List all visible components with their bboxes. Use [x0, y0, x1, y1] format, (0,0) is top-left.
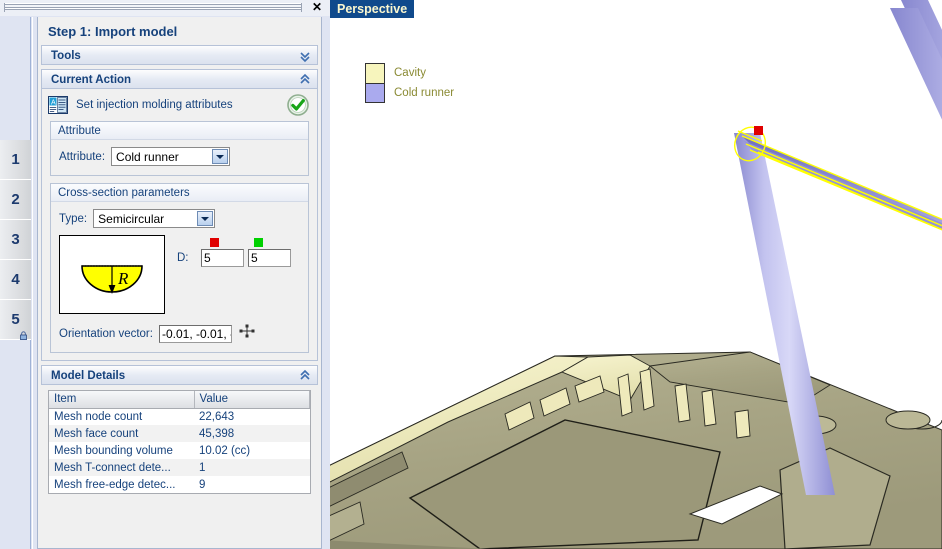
type-select[interactable]: Semicircular: [93, 209, 216, 228]
cell-value: 22,643: [194, 408, 310, 425]
diameter-end-input[interactable]: 5: [248, 249, 291, 267]
section-title: Model Details: [51, 370, 126, 382]
chevron-down-icon[interactable]: [212, 149, 229, 164]
step-rail-spacer: [0, 17, 31, 140]
type-select-value: Semicircular: [98, 211, 165, 226]
model-viewport[interactable]: Perspective Cavity Cold runner: [330, 0, 942, 549]
model-details-body: Item Value Mesh node count 22,643 Mesh f…: [41, 390, 318, 502]
diameter-label: D:: [177, 252, 189, 264]
current-action-row[interactable]: A Set injection molding attributes: [42, 89, 317, 121]
application-window: ✕ 1 2 3 4 5 Step 1: Import model Tools C…: [0, 0, 942, 549]
legend-swatch: [365, 83, 385, 103]
page-title: Step 1: Import model: [38, 17, 321, 45]
cell-value: 1: [194, 459, 310, 476]
cross-section-preview: R: [59, 235, 165, 314]
sidebar-scroll-area: Step 1: Import model Tools Current Actio…: [37, 17, 322, 549]
orientation-row: Orientation vector: -0.01, -0.01, -1.00: [59, 324, 300, 343]
diameter-field-row: D: 5 5: [177, 249, 291, 267]
green-check-icon: [287, 94, 309, 116]
cross-section-row: R D: 5 5: [59, 235, 300, 314]
cross-section-group-title: Cross-section parameters: [51, 184, 308, 202]
orientation-label: Orientation vector:: [59, 327, 153, 340]
legend-swatch: [365, 63, 385, 83]
diameter-block: D: 5 5: [177, 235, 291, 267]
step-number: 2: [11, 191, 20, 208]
table-row[interactable]: Mesh free-edge detec... 9: [49, 476, 310, 493]
svg-text:R: R: [117, 269, 129, 288]
model-details-table-wrap: Item Value Mesh node count 22,643 Mesh f…: [48, 390, 311, 494]
left-sidebar-panel: ✕ 1 2 3 4 5 Step 1: Import model Tools C…: [0, 0, 330, 549]
diameter-start-input[interactable]: 5: [201, 249, 244, 267]
chevron-up-icon[interactable]: [299, 369, 311, 383]
panel-drag-handle[interactable]: ✕: [0, 0, 330, 16]
column-header-item[interactable]: Item: [49, 391, 195, 409]
section-title: Tools: [51, 50, 81, 62]
step-number: 4: [11, 271, 20, 288]
chevron-down-icon[interactable]: [197, 211, 214, 226]
step-rail: 1 2 3 4 5: [0, 17, 31, 549]
attribute-select[interactable]: Cold runner: [111, 147, 231, 166]
type-field-row: Type: Semicircular: [59, 209, 300, 228]
cell-value: 45,398: [194, 425, 310, 442]
section-header-tools[interactable]: Tools: [41, 45, 318, 65]
model-details-table: Item Value Mesh node count 22,643 Mesh f…: [49, 391, 310, 493]
table-row[interactable]: Mesh T-connect dete... 1: [49, 459, 310, 476]
chevron-down-icon[interactable]: [299, 49, 311, 63]
type-label: Type:: [59, 212, 88, 225]
chevron-up-icon[interactable]: [299, 73, 311, 87]
attribute-label: Attribute:: [59, 150, 106, 163]
close-icon[interactable]: ✕: [310, 1, 324, 15]
sidebar-content: Step 1: Import model Tools Current Actio…: [32, 17, 330, 549]
cross-section-group: Cross-section parameters Type: Semicircu…: [50, 183, 309, 353]
cell-item: Mesh T-connect dete...: [49, 459, 194, 476]
table-row[interactable]: Mesh face count 45,398: [49, 425, 310, 442]
section-header-current-action[interactable]: Current Action: [41, 69, 318, 89]
cell-item: Mesh node count: [49, 408, 194, 425]
table-row[interactable]: Mesh bounding volume 10.02 (cc): [49, 442, 310, 459]
step-number: 3: [11, 231, 20, 248]
cell-item: Mesh free-edge detec...: [49, 476, 194, 493]
step-item-1[interactable]: 1: [0, 140, 31, 180]
marker-row: [177, 238, 291, 247]
lock-icon: [19, 327, 28, 340]
step-item-2[interactable]: 2: [0, 180, 31, 220]
section-header-model-details[interactable]: Model Details: [41, 365, 318, 385]
current-action-body: A Set injection molding attributes Attri…: [41, 89, 318, 361]
drag-grip-lines[interactable]: [4, 3, 302, 12]
step-item-5[interactable]: 5: [0, 300, 31, 340]
attribute-group: Attribute Attribute: Cold runner: [50, 121, 309, 176]
attribute-select-value: Cold runner: [116, 149, 179, 164]
legend-item-cavity: Cavity: [365, 63, 454, 83]
viewport-legend: Cavity Cold runner: [365, 63, 454, 103]
svg-text:A: A: [51, 99, 56, 106]
attribute-field-row: Attribute: Cold runner: [59, 147, 300, 166]
cell-value: 10.02 (cc): [194, 442, 310, 459]
cell-value: 9: [194, 476, 310, 493]
column-header-value[interactable]: Value: [194, 391, 310, 409]
table-header-row: Item Value: [49, 391, 310, 409]
attribute-group-body: Attribute: Cold runner: [51, 140, 308, 175]
step-number: 1: [11, 151, 20, 168]
attribute-group-title: Attribute: [51, 122, 308, 140]
cross-section-group-body: Type: Semicircular R D: 5 5 Orientation …: [51, 202, 308, 352]
section-title: Current Action: [51, 74, 132, 86]
cell-item: Mesh bounding volume: [49, 442, 194, 459]
attributes-icon: A: [48, 96, 68, 114]
node-pick-icon[interactable]: [239, 324, 255, 343]
step-item-3[interactable]: 3: [0, 220, 31, 260]
legend-label: Cavity: [394, 67, 426, 79]
end-node-marker: [254, 238, 263, 247]
legend-label: Cold runner: [394, 87, 455, 99]
legend-item-cold-runner: Cold runner: [365, 83, 454, 103]
table-row[interactable]: Mesh node count 22,643: [49, 408, 310, 425]
step-item-4[interactable]: 4: [0, 260, 31, 300]
orientation-vector-input[interactable]: -0.01, -0.01, -1.00: [158, 324, 232, 343]
start-node-marker: [210, 238, 219, 247]
view-mode-tab[interactable]: Perspective: [330, 0, 415, 18]
cell-item: Mesh face count: [49, 425, 194, 442]
step-number: 5: [11, 311, 20, 328]
current-action-label: Set injection molding attributes: [76, 99, 233, 111]
start-node-marker: [754, 126, 763, 135]
